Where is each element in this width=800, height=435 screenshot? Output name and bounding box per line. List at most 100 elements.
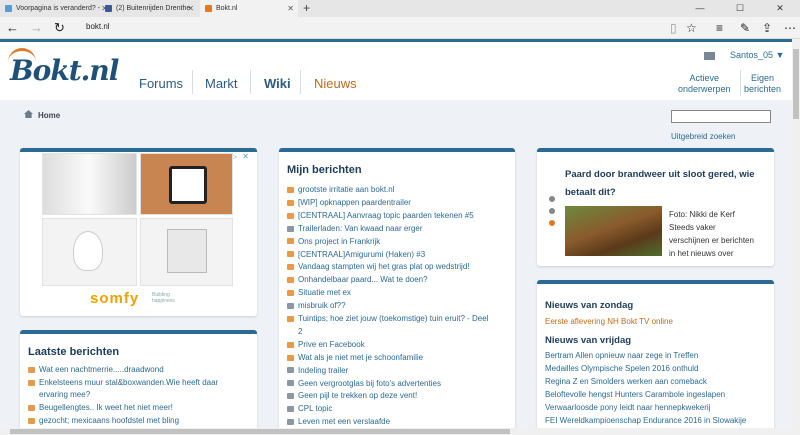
panel-title: Laatste berichten [28,346,120,358]
news-item[interactable]: Beloftevolle hengst Hunters Carambole in… [545,389,725,401]
list-item[interactable]: Onhandelbaar paard... Wat te doen? [287,274,428,286]
list-item[interactable]: misbruik of?? [287,300,346,312]
news-item[interactable]: Bertram Allen opnieuw naar zege in Treff… [545,350,698,362]
close-window-icon[interactable]: ✕ [760,0,800,17]
favorite-star-icon[interactable]: ☆ [686,19,697,37]
hub-icon[interactable]: ≡ [716,19,723,37]
advanced-search-link[interactable]: Uitgebreid zoeken [671,132,735,141]
own-posts-link[interactable]: Eigen berichten [744,73,781,95]
back-icon[interactable]: ← [6,19,19,37]
unread-topic-icon [287,238,294,245]
more-icon[interactable]: ⋯ [784,19,796,37]
topic-icon [28,404,35,411]
unread-topic-icon [287,290,294,297]
close-tab-icon[interactable]: ✕ [287,0,294,17]
topic-icon [28,366,35,373]
note-icon[interactable]: ✎ [740,19,750,37]
active-topics-link[interactable]: Actieve onderwerpen [678,73,731,95]
scrollbar-thumb[interactable] [793,49,799,119]
feature-title[interactable]: Paard door brandweer uit sloot gered, wi… [565,166,755,202]
share-icon[interactable]: ⇪ [762,19,772,37]
unread-topic-icon [287,341,294,348]
somfy-logo[interactable]: somfy [90,290,139,307]
list-item[interactable]: Situatie met ex [287,287,351,299]
carousel-dot-active[interactable] [549,220,555,226]
browser-tab[interactable]: (2) Buitenrijden Drenthe ✕ [100,0,198,17]
news-item[interactable]: Verwaarloosde pony leidt naar hennepkwek… [545,402,710,414]
list-item[interactable]: 2 [298,326,302,338]
list-item[interactable]: [WIP] opknappen paardentrailer [287,197,411,209]
address-input[interactable]: bokt.nl [86,22,110,31]
tab-favicon-icon [5,5,12,12]
user-menu[interactable]: Santos_05 ▼ [730,50,784,60]
ad-product-image[interactable] [140,218,233,286]
refresh-icon[interactable]: ↻ [54,19,65,37]
carousel-dot[interactable] [549,196,555,202]
list-item[interactable]: grootste irritatie aan bokt.nl [287,184,395,196]
news-item[interactable]: Medailles Olympische Spelen 2016 onthuld [545,363,698,375]
mail-icon[interactable] [704,52,715,60]
reading-view-icon[interactable]: ▯ [670,19,677,37]
nav-divider [192,70,193,94]
horizontal-scrollbar[interactable] [0,428,792,435]
list-item[interactable]: [CENTRAAL] Aanvraag topic paarden tekene… [287,210,474,222]
list-item[interactable]: Indeling trailer [287,365,348,377]
address-toolbar: ← → ↻ bokt.nl ▯ ☆ ≡ ✎ ⇪ ⋯ [0,17,800,39]
list-item[interactable]: Tuintips; hoe ziet jouw (toekomstige) tu… [287,313,488,325]
news-panel: Nieuws van zondag Eerste aflevering NH B… [537,280,774,435]
list-item[interactable]: Ons project in Frankrijk [287,236,380,248]
breadcrumb-home[interactable]: Home [38,111,60,120]
topic-icon [28,417,35,424]
site-logo[interactable]: Bokt.nl [8,48,119,87]
read-topic-icon [287,225,294,232]
maximize-icon[interactable]: ☐ [720,0,760,17]
nav-wiki[interactable]: Wiki [264,76,291,91]
list-item[interactable]: Enkelsteens muur stal&boxwanden.Wie heef… [28,377,218,389]
list-item[interactable]: Wat een nachtmerrie.....draadwond [28,364,164,376]
browser-tab-strip: Voorpagina is veranderd? - ✕ (2) Buitenr… [0,0,800,17]
browser-tab-active[interactable]: Bokt.nl ✕ [200,0,298,17]
feature-image[interactable] [565,206,662,256]
list-item[interactable]: Leven met een verslaafde [287,416,390,428]
nav-forums[interactable]: Forums [139,76,183,91]
browser-tab[interactable]: Voorpagina is veranderd? - ✕ [0,0,112,17]
list-item[interactable]: Geen vergrootglas bij foto's advertentie… [287,378,441,390]
ad-product-image[interactable] [42,218,137,286]
close-ad-icon[interactable]: ✕ [242,152,249,161]
header-divider [740,70,741,96]
nav-nieuws[interactable]: Nieuws [314,76,357,91]
nav-markt[interactable]: Markt [205,76,238,91]
carousel-dot[interactable] [549,208,555,214]
list-item[interactable]: [CENTRAAL]Amigurumi (Haken) #3 [287,249,425,261]
close-tab-icon[interactable]: ✕ [187,0,194,17]
read-topic-icon [287,302,294,309]
search-input[interactable] [671,110,771,123]
list-item[interactable]: Wat als je niet met je schoonfamilie [287,352,423,364]
list-item[interactable]: ervaring mee? [39,389,90,401]
scrollbar-thumb[interactable] [10,429,510,434]
tab-label: (2) Buitenrijden Drenthe [116,5,191,12]
news-item[interactable]: Regina Z en Smolders werken aan comeback [545,376,707,388]
new-tab-icon[interactable]: + [303,0,310,16]
ad-product-image[interactable] [42,153,137,215]
tab-label: Voorpagina is veranderd? - [16,5,101,12]
vertical-scrollbar[interactable] [792,39,800,435]
nav-divider [250,70,251,94]
list-item[interactable]: Trailerladen: Van kwaad naar erger [287,223,423,235]
read-topic-icon [287,380,294,387]
ad-product-image[interactable] [140,153,233,215]
site-header: Bokt.nl Forums Markt Wiki Nieuws Santos_… [0,42,800,100]
minimize-icon[interactable]: — [680,0,720,17]
forward-icon[interactable]: → [30,19,43,37]
read-topic-icon [287,419,294,426]
list-item[interactable]: gezocht; mexicaans hoofdstel met bling [28,415,179,427]
panel-title: Mijn berichten [287,164,362,176]
news-item[interactable]: Eerste aflevering NH Bokt TV online [545,316,673,328]
list-item[interactable]: Geen pijl te trekken op deze vent! [287,390,417,402]
list-item[interactable]: Beugellengtes.. Ik weet het niet meer! [28,402,173,414]
news-item[interactable]: FEI Wereldkampioenschap Endurance 2016 i… [545,415,746,427]
list-item[interactable]: Prive en Facebook [287,339,365,351]
topic-icon [28,379,35,386]
list-item[interactable]: CPL topic [287,403,332,415]
list-item[interactable]: Vandaag stampten wij het gras plat op we… [287,261,470,273]
